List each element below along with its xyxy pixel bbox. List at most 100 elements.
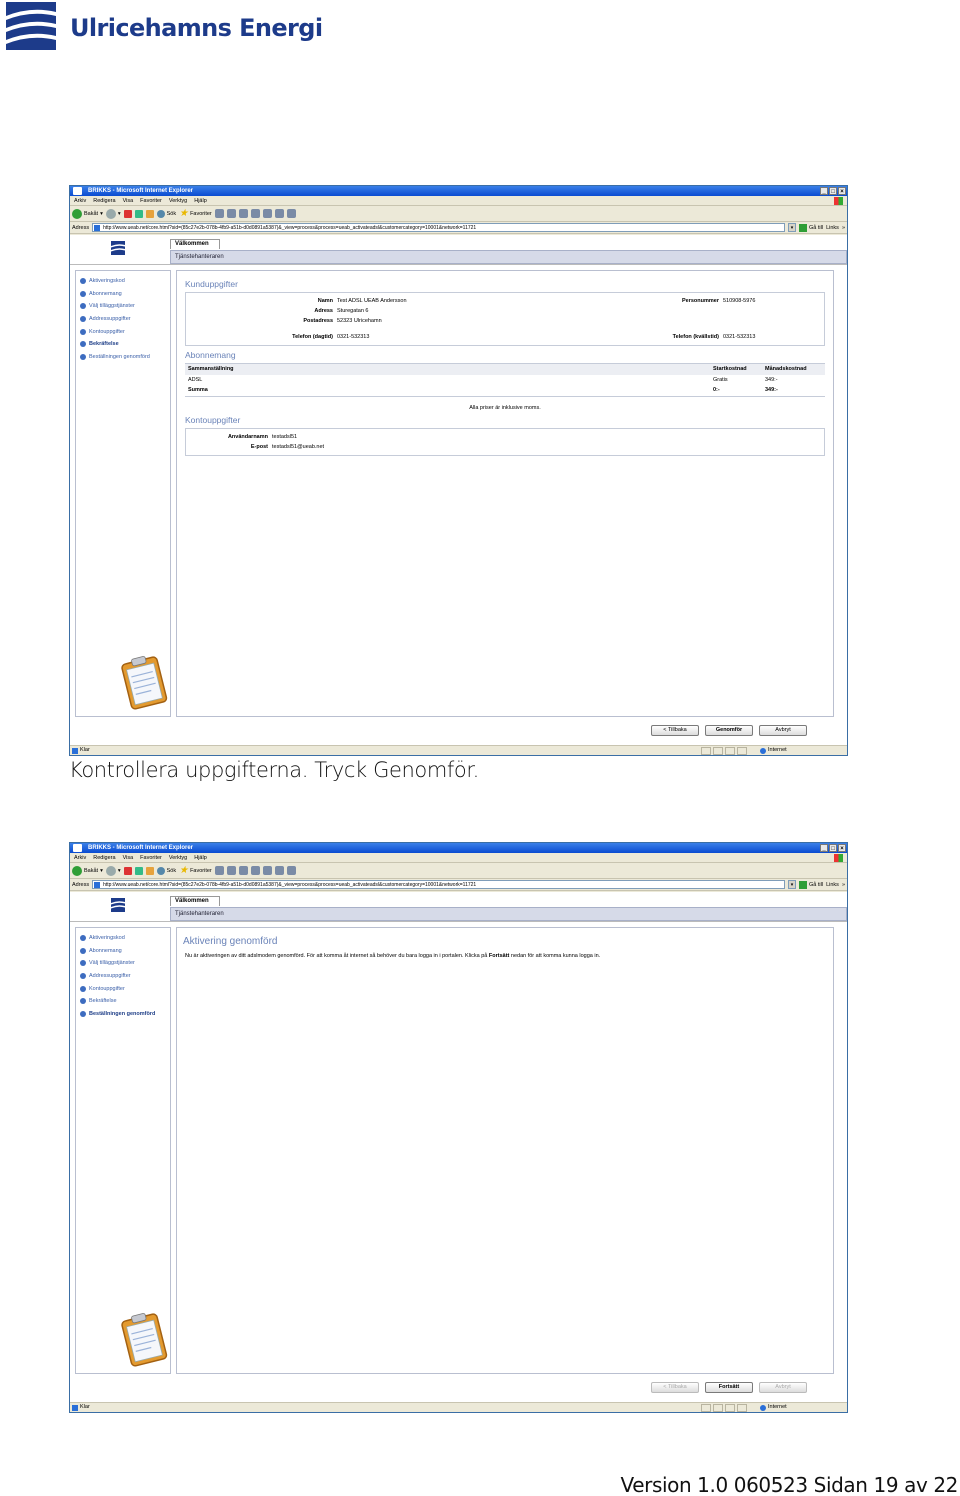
forward-button[interactable]: ▾ [105, 208, 121, 219]
continue-button[interactable]: Fortsätt [705, 1382, 753, 1393]
refresh-icon[interactable] [134, 209, 143, 218]
step-icon [80, 328, 86, 335]
nav-item-subscription[interactable]: Abonnemang [80, 288, 170, 301]
home-icon[interactable] [145, 866, 154, 875]
messenger-icon[interactable] [286, 209, 296, 218]
edit-icon[interactable] [250, 209, 260, 218]
menu-help[interactable]: Hjälp [194, 196, 207, 205]
close-icon[interactable]: × [838, 187, 846, 195]
submit-button[interactable]: Genomför [705, 725, 753, 736]
home-icon[interactable] [145, 209, 154, 218]
research-icon[interactable] [274, 866, 284, 875]
search-button[interactable]: Sök [156, 209, 176, 218]
folder-icon[interactable] [262, 866, 272, 875]
close-icon[interactable]: × [838, 844, 846, 852]
nav-item-order-complete[interactable]: Beställningen genomförd [80, 1008, 170, 1021]
menu-file[interactable]: Arkiv [74, 196, 86, 205]
print-icon[interactable] [238, 866, 248, 875]
forward-button[interactable]: ▾ [105, 865, 121, 876]
minimize-icon[interactable]: _ [820, 187, 828, 195]
step-navigation: Aktiveringskod Abonnemang Välj tilläggst… [75, 270, 171, 717]
back-button[interactable]: Bakåt ▾ [72, 208, 103, 219]
ie-icon [73, 844, 82, 852]
nav-item-subscription[interactable]: Abonnemang [80, 945, 170, 958]
page-footer: Version 1.0 060523 Sidan 19 av 22 [620, 1473, 958, 1496]
portal-logo-icon [111, 241, 125, 255]
menu-edit[interactable]: Redigera [93, 196, 115, 205]
nav-item-addon-services[interactable]: Välj tilläggstjänster [80, 300, 170, 313]
portal-header: Välkommen Tjänstehanteraren [70, 892, 847, 922]
nav-item-order-complete[interactable]: Beställningen genomförd [80, 351, 170, 364]
messenger-icon[interactable] [286, 866, 296, 875]
tab-welcome[interactable]: Välkommen [170, 239, 220, 249]
maximize-icon[interactable]: □ [829, 187, 837, 195]
links-button[interactable]: Links [826, 882, 839, 888]
menu-view[interactable]: Visa [123, 853, 134, 862]
globe-icon [760, 1404, 766, 1411]
url-input[interactable]: http://www.ueab.net/core.html?sid=(85c27… [92, 223, 786, 232]
menu-favorites[interactable]: Favoriter [140, 853, 162, 862]
search-icon [156, 209, 165, 218]
nav-item-addon-services[interactable]: Välj tilläggstjänster [80, 957, 170, 970]
search-button[interactable]: Sök [156, 866, 176, 875]
menu-tools[interactable]: Verktyg [169, 196, 187, 205]
stop-icon[interactable] [123, 209, 132, 218]
favorites-button[interactable]: ★ Favoriter [179, 208, 212, 219]
nav-item-account[interactable]: Kontouppgifter [80, 325, 170, 338]
nav-item-address[interactable]: Addressuppgifter [80, 313, 170, 326]
go-button[interactable]: Gå till [799, 880, 823, 889]
globe-icon [760, 747, 766, 754]
back-step-button[interactable]: < Tillbaka [651, 1382, 699, 1393]
step-navigation: Aktiveringskod Abonnemang Välj tilläggst… [75, 927, 171, 1374]
edit-icon[interactable] [250, 866, 260, 875]
nav-item-account[interactable]: Kontouppgifter [80, 982, 170, 995]
summary-table: Sammanställning Startkostnad Månadskostn… [185, 363, 825, 397]
chevron-down-icon[interactable]: ▾ [788, 880, 797, 889]
nav-item-activation-code[interactable]: Aktiveringskod [80, 932, 170, 945]
address-label: Adress [72, 881, 90, 888]
chevron-right-icon[interactable]: » [842, 882, 845, 888]
chevron-right-icon[interactable]: » [842, 225, 845, 231]
table-sum-row: Summa 0:- 349:- [188, 387, 778, 394]
history-icon[interactable] [214, 866, 224, 875]
table-row: ADSL Gratis 349:- [188, 376, 778, 383]
back-button[interactable]: Bakåt ▾ [72, 865, 103, 876]
favorites-button[interactable]: ★ Favoriter [179, 865, 212, 876]
print-icon[interactable] [238, 209, 248, 218]
url-input[interactable]: http://www.ueab.net/core.html?sid=(85c27… [92, 880, 786, 889]
menu-file[interactable]: Arkiv [74, 853, 86, 862]
wave-logo-icon [6, 2, 56, 50]
refresh-icon[interactable] [134, 866, 143, 875]
minimize-icon[interactable]: _ [820, 844, 828, 852]
folder-icon[interactable] [262, 209, 272, 218]
title-bar: BRIKKS - Microsoft Internet Explorer _ □… [70, 843, 847, 853]
mail-icon[interactable] [226, 866, 236, 875]
step-icon [80, 341, 86, 348]
menu-favorites[interactable]: Favoriter [140, 196, 162, 205]
tab-welcome[interactable]: Välkommen [170, 896, 220, 906]
status-text: Klar [80, 747, 90, 753]
chevron-down-icon[interactable]: ▾ [788, 223, 797, 232]
menu-edit[interactable]: Redigera [93, 853, 115, 862]
step-icon [80, 998, 86, 1005]
cancel-button[interactable]: Avbryt [759, 725, 807, 736]
cancel-button[interactable]: Avbryt [759, 1382, 807, 1393]
account-section-title: Kontouppgifter [185, 414, 241, 425]
history-icon[interactable] [214, 209, 224, 218]
nav-item-confirmation[interactable]: Bekräftelse [80, 995, 170, 1008]
menu-help[interactable]: Hjälp [194, 853, 207, 862]
go-button[interactable]: Gå till [799, 223, 823, 232]
menu-view[interactable]: Visa [123, 196, 134, 205]
links-button[interactable]: Links [826, 225, 839, 231]
back-step-button[interactable]: < Tillbaka [651, 725, 699, 736]
nav-item-address[interactable]: Addressuppgifter [80, 970, 170, 983]
maximize-icon[interactable]: □ [829, 844, 837, 852]
nav-item-activation-code[interactable]: Aktiveringskod [80, 275, 170, 288]
menu-tools[interactable]: Verktyg [169, 853, 187, 862]
wizard-buttons: < Tillbaka Fortsätt Avbryt [651, 1382, 807, 1393]
mail-icon[interactable] [226, 209, 236, 218]
research-icon[interactable] [274, 209, 284, 218]
nav-item-confirmation[interactable]: Bekräftelse [80, 338, 170, 351]
portal-logo-icon [111, 898, 125, 912]
stop-icon[interactable] [123, 866, 132, 875]
